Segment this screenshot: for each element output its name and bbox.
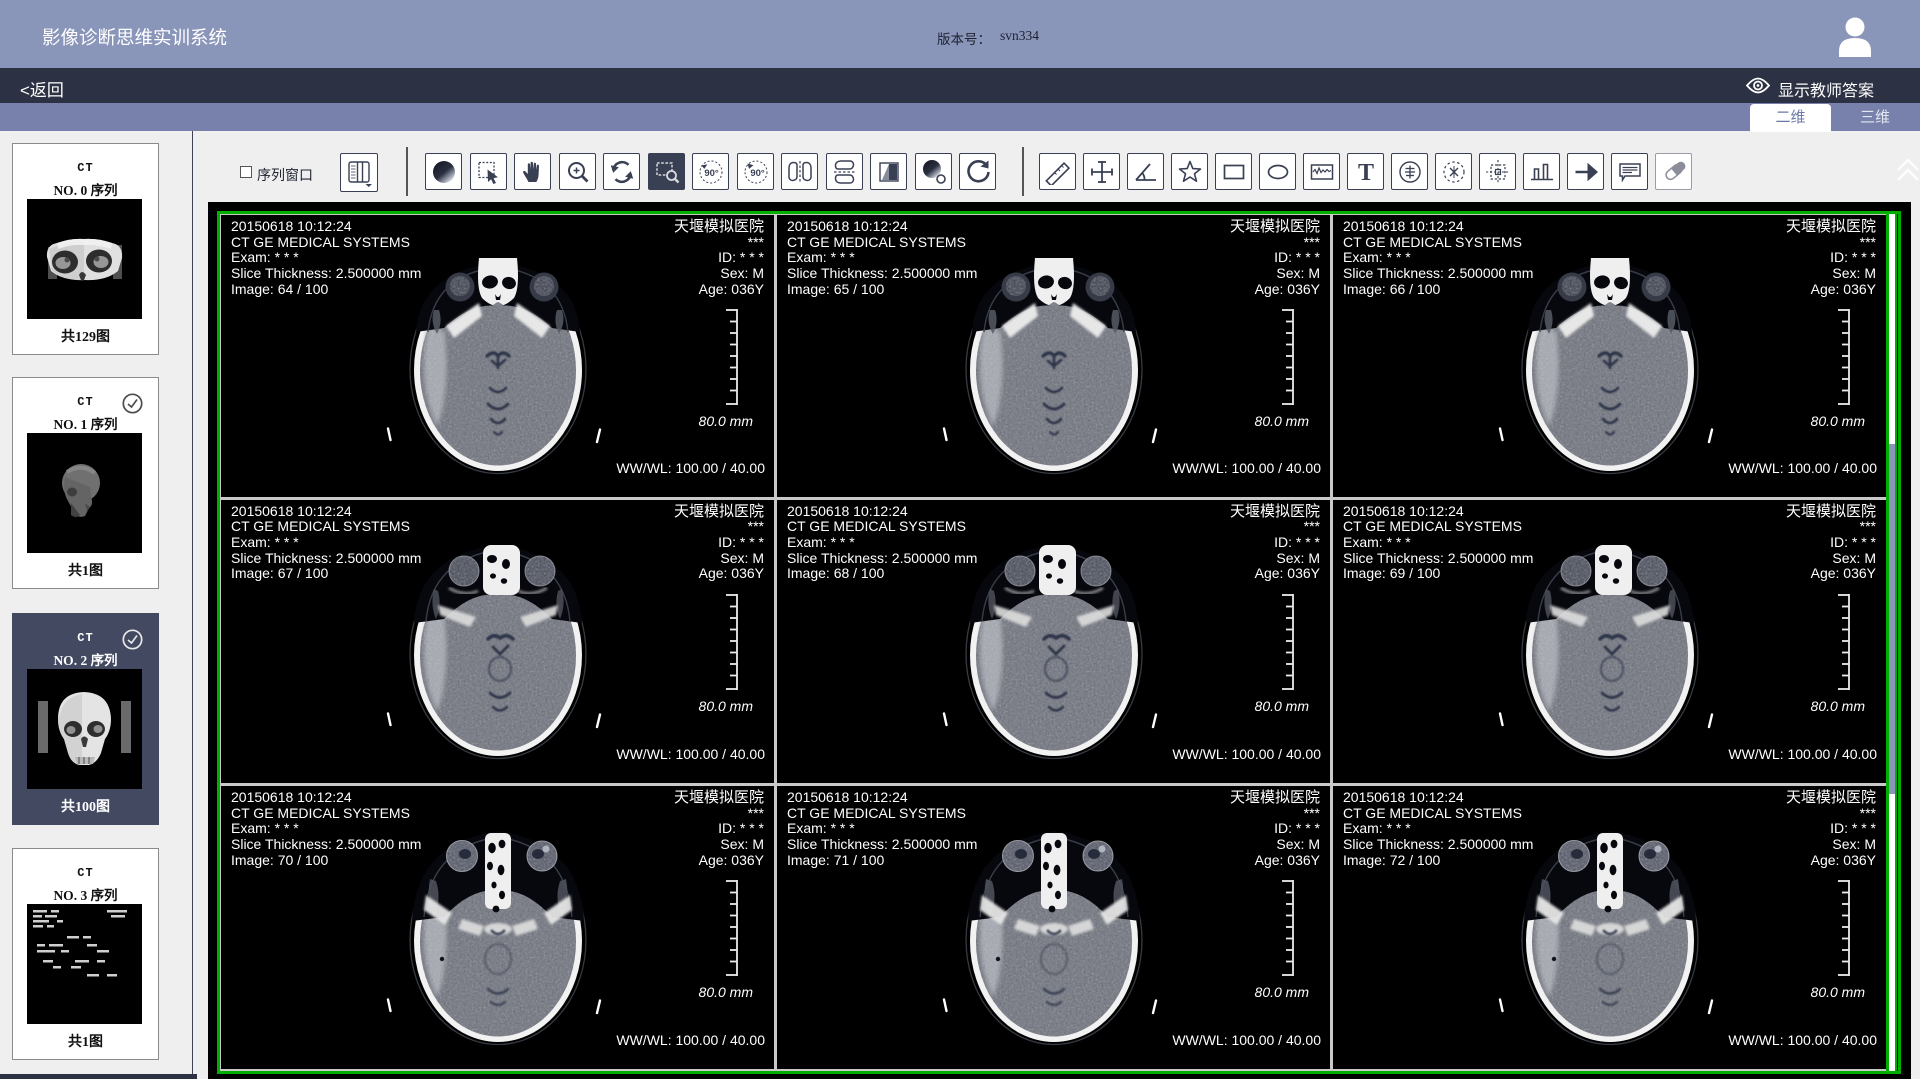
svg-text:90°: 90° [750,168,765,179]
svg-text:90°: 90° [704,168,719,179]
svg-text:T: T [1357,160,1373,185]
